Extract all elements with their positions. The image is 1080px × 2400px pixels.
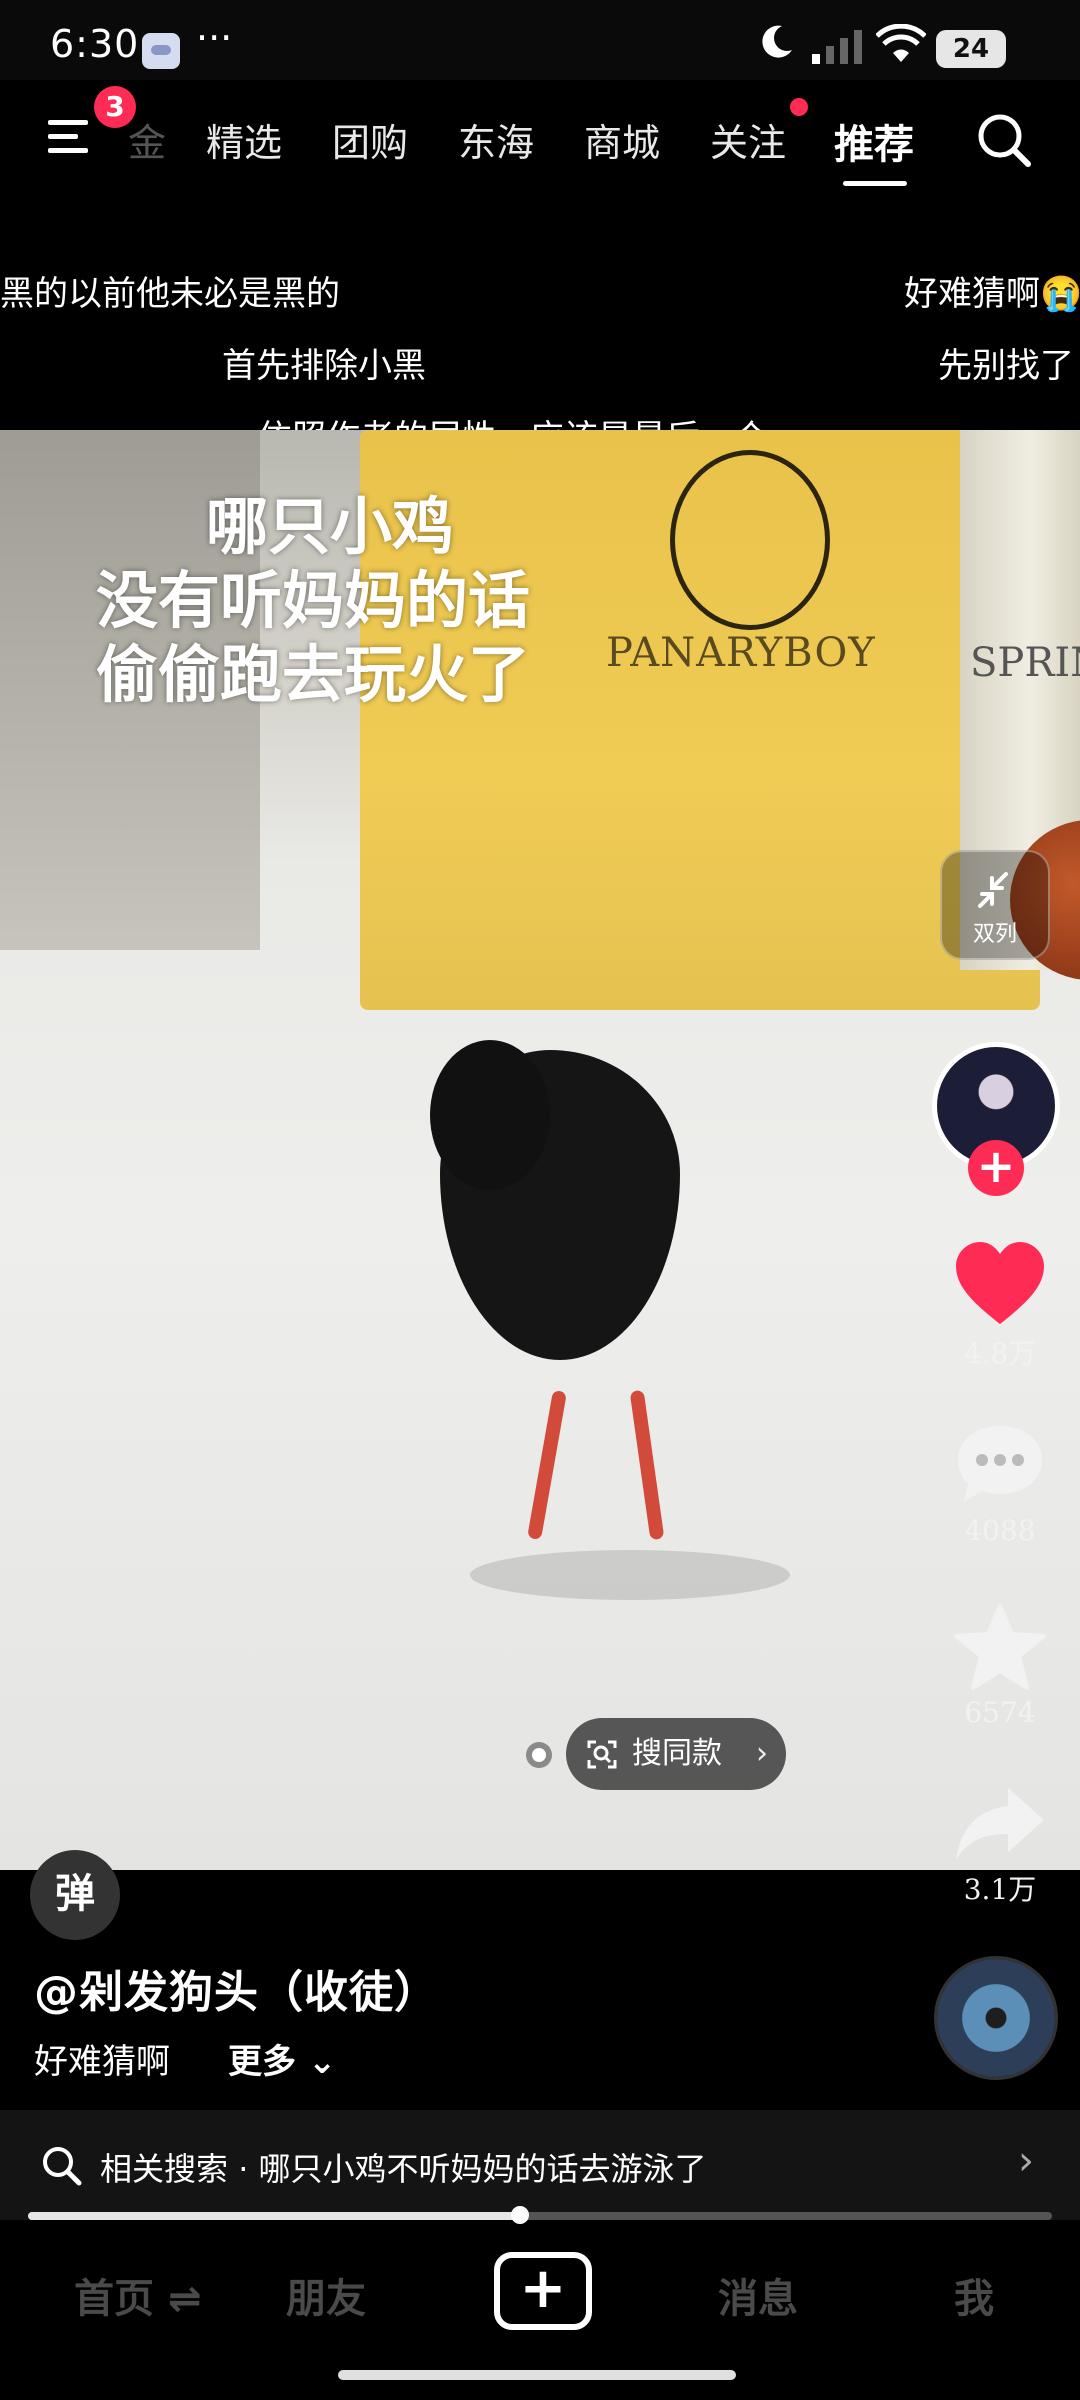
video-description: 好难猜啊 <box>34 2042 170 2082</box>
chick-leg <box>527 1389 567 1541</box>
share-arrow-icon <box>956 1788 1044 1860</box>
nav-me[interactable]: 我 <box>954 2266 994 2324</box>
refresh-swap-icon: ⇌ <box>167 2276 202 2322</box>
following-new-dot <box>790 98 808 116</box>
video-caption: 哪只小鸡 没有听妈妈的话 偷偷跑去玩火了 <box>96 490 530 712</box>
chevron-right-icon: › <box>1018 2138 1034 2184</box>
do-not-disturb-moon-icon <box>762 25 792 58</box>
search-same-style-label: 搜同款 <box>632 1736 722 1771</box>
like-button[interactable]: 4.8万 <box>940 1240 1060 1372</box>
dual-column-button[interactable]: 双列 <box>940 850 1050 960</box>
like-count: 4.8万 <box>963 1337 1037 1370</box>
related-search-text: 相关搜索 · 哪只小鸡不听妈妈的话去游泳了 <box>100 2144 707 2190</box>
search-icon[interactable] <box>974 110 1034 170</box>
progress-fill <box>28 2212 520 2220</box>
related-search-prefix: 相关搜索 <box>100 2150 229 2188</box>
related-search-bar[interactable]: 相关搜索 · 哪只小鸡不听妈妈的话去游泳了 › <box>0 2110 1080 2220</box>
active-tab-indicator <box>843 181 907 186</box>
tab-local[interactable]: 东海 <box>458 112 534 167</box>
jar-text: SPRIN <box>970 640 1080 686</box>
share-button[interactable]: 3.1万 <box>940 1784 1060 1908</box>
image-search-icon <box>587 1740 617 1769</box>
caption-line: 没有听妈妈的话 <box>96 564 531 637</box>
notification-app-icon <box>142 33 180 69</box>
chick-leg <box>629 1389 665 1541</box>
related-search-query: 哪只小鸡不听妈妈的话去游泳了 <box>258 2150 707 2188</box>
tab-partial[interactable]: 金 <box>128 112 166 167</box>
video-player[interactable]: PANARYBOY SPRIN 哪只小鸡 没有听妈妈的话 偷偷跑去玩火了 搜同款… <box>0 430 1080 1870</box>
danmaku-comment: 依照作者的尿性，应该是最后一个 <box>258 410 768 430</box>
more-label: 更多 <box>228 2042 296 2082</box>
progress-knob[interactable] <box>510 2206 529 2224</box>
danmaku-comment: 首先排除小黑 <box>222 346 426 386</box>
music-disc[interactable] <box>934 1956 1058 2080</box>
nav-messages[interactable]: 消息 <box>718 2266 798 2324</box>
bag-text: PANARYBOY <box>606 630 876 676</box>
follow-plus-button[interactable]: + <box>968 1140 1024 1196</box>
more-button[interactable]: 更多 ⌄ <box>228 2034 336 2083</box>
top-nav: 3 金 精选 团购 东海 商城 关注 推荐 <box>0 80 1080 200</box>
danmaku-comment: 好难猜啊😭 <box>904 274 1080 314</box>
tab-recommend[interactable]: 推荐 <box>834 112 914 170</box>
create-plus-button[interactable]: + <box>494 2252 592 2330</box>
comment-bubble-icon <box>958 1426 1042 1502</box>
separator-dot: · <box>238 2150 249 2188</box>
battery-icon: 24 <box>936 30 1006 68</box>
caption-line: 偷偷跑去玩火了 <box>96 638 531 711</box>
star-icon <box>954 1604 1046 1690</box>
chevron-down-icon: ⌄ <box>307 2042 337 2082</box>
chick-shadow <box>470 1550 790 1600</box>
caption-line: 哪只小鸡 <box>206 490 455 563</box>
chick-head <box>430 1040 550 1190</box>
status-time: 6:30 <box>50 22 140 66</box>
product-tag-dot[interactable] <box>526 1742 552 1768</box>
danmaku-toggle-button[interactable]: 弹 <box>30 1850 120 1940</box>
favorite-count: 6574 <box>964 1696 1036 1729</box>
favorite-button[interactable]: 6574 <box>940 1604 1060 1729</box>
chevron-right-icon: › <box>756 1736 768 1771</box>
bag-logo <box>670 450 830 630</box>
search-same-style-button[interactable]: 搜同款 › <box>566 1718 786 1790</box>
tab-following[interactable]: 关注 <box>710 112 786 167</box>
search-icon <box>43 2147 82 2186</box>
cell-signal-icon <box>812 30 862 64</box>
dual-column-label: 双列 <box>972 922 1017 947</box>
home-indicator[interactable] <box>338 2370 736 2380</box>
status-bar: 6:30 ··· 24 <box>0 0 1080 80</box>
tab-featured[interactable]: 精选 <box>206 112 282 167</box>
danmaku-area: 黑的以前他未必是黑的 好难猜啊😭 首先排除小黑 先别找了 依照作者的尿性，应该是… <box>0 200 1080 430</box>
tab-group-buy[interactable]: 团购 <box>332 112 408 167</box>
wifi-icon <box>876 24 926 62</box>
comment-button[interactable]: 4088 <box>940 1422 1060 1547</box>
nav-friends[interactable]: 朋友 <box>286 2266 366 2324</box>
danmaku-comment: 先别找了 <box>938 346 1074 386</box>
more-notifications-icon: ··· <box>196 16 233 60</box>
heart-icon <box>956 1242 1044 1324</box>
tab-mall[interactable]: 商城 <box>584 112 660 167</box>
video-progress-bar[interactable] <box>28 2206 1052 2224</box>
menu-icon[interactable] <box>48 114 98 160</box>
comment-count: 4088 <box>964 1514 1036 1547</box>
collapse-arrows-icon <box>978 872 1008 908</box>
share-count: 3.1万 <box>963 1873 1037 1906</box>
nav-home[interactable]: 首页 ⇌ <box>74 2266 201 2324</box>
author-name[interactable]: @剁发狗头（收徒） <box>34 1956 439 2020</box>
danmaku-comment: 黑的以前他未必是黑的 <box>0 274 340 314</box>
nav-home-label: 首页 <box>74 2276 154 2322</box>
